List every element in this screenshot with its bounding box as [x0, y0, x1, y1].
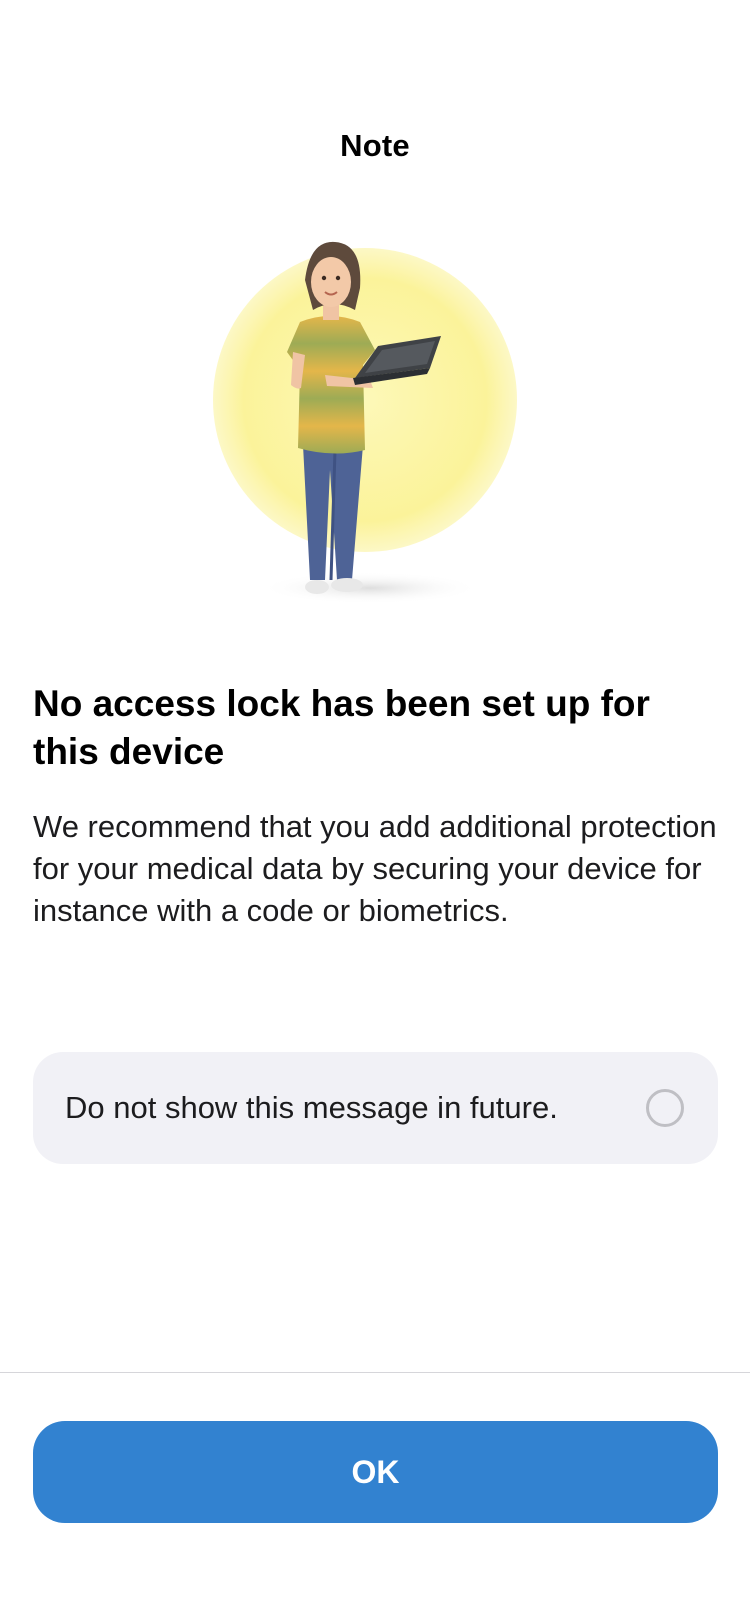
page-title: Note: [340, 128, 410, 163]
do-not-show-option[interactable]: Do not show this message in future.: [33, 1052, 718, 1164]
ok-button[interactable]: OK: [33, 1421, 718, 1523]
do-not-show-label: Do not show this message in future.: [65, 1090, 558, 1125]
headline: No access lock has been set up for this …: [33, 683, 650, 772]
footer-divider: [0, 1372, 750, 1373]
body-text: We recommend that you add additional pro…: [33, 809, 717, 928]
do-not-show-radio[interactable]: [646, 1089, 684, 1127]
person-with-laptop-illustration: [213, 241, 517, 604]
